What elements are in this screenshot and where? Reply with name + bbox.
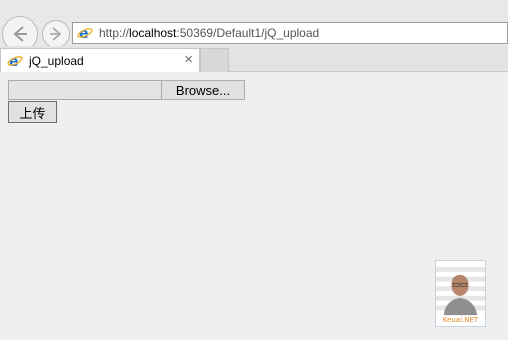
internet-explorer-icon: e (77, 26, 93, 41)
address-url: http://localhost:50369/Default1/jQ_uploa… (99, 26, 320, 40)
tab-title: jQ_upload (29, 53, 84, 68)
navigation-bar: e http://localhost:50369/Default1/jQ_upl… (0, 0, 508, 52)
svg-text:e: e (79, 26, 89, 41)
address-bar[interactable]: e http://localhost:50369/Default1/jQ_upl… (72, 22, 508, 44)
page-content: Browse... 上传 Keuai.NET (0, 72, 508, 340)
file-path-field[interactable] (8, 80, 161, 100)
avatar-widget[interactable]: Keuai.NET (435, 260, 486, 327)
browser-window: e http://localhost:50369/Default1/jQ_upl… (0, 0, 508, 340)
forward-arrow-icon (50, 27, 62, 41)
avatar-caption: Keuai.NET (442, 316, 479, 324)
forward-button[interactable] (42, 20, 70, 48)
upload-button[interactable]: 上传 (8, 101, 57, 123)
tab-close-icon[interactable]: × (184, 52, 193, 68)
tab-strip: e jQ_upload × (0, 46, 508, 72)
internet-explorer-icon: e (7, 54, 23, 69)
file-input[interactable]: Browse... (8, 80, 245, 100)
new-tab-button[interactable] (200, 48, 229, 72)
tab-jq-upload[interactable]: e jQ_upload × (0, 48, 200, 72)
browse-button[interactable]: Browse... (161, 80, 245, 100)
svg-text:e: e (9, 54, 19, 69)
back-arrow-icon (13, 26, 27, 42)
